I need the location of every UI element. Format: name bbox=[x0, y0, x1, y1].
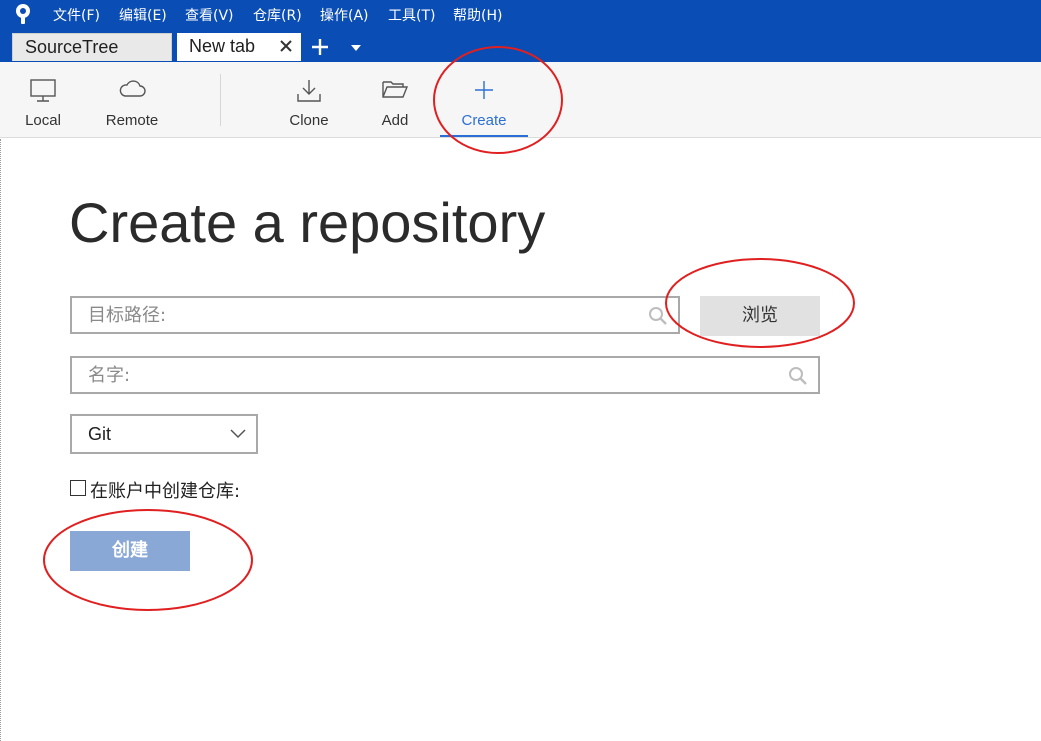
local-label: Local bbox=[25, 112, 61, 129]
monitor-icon bbox=[30, 79, 56, 102]
menu-help[interactable]: 帮助(H) bbox=[453, 5, 502, 25]
clone-button[interactable]: Clone bbox=[280, 62, 338, 138]
create-label: Create bbox=[461, 112, 507, 129]
create-repository-button[interactable]: 创建 bbox=[70, 531, 190, 571]
vcs-selected-value: Git bbox=[88, 424, 112, 444]
content-border bbox=[0, 139, 1, 741]
clone-label: Clone bbox=[289, 112, 329, 129]
tab-sourcetree[interactable]: SourceTree bbox=[12, 33, 172, 61]
chevron-down-icon bbox=[230, 429, 246, 439]
target-path-input[interactable] bbox=[72, 298, 678, 332]
create-in-account-checkbox[interactable] bbox=[70, 480, 86, 496]
menu-repository[interactable]: 仓库(R) bbox=[253, 5, 302, 25]
tab-label: New tab bbox=[189, 36, 256, 56]
vcs-type-select[interactable]: Git bbox=[70, 414, 258, 454]
create-button-tab[interactable]: Create bbox=[446, 62, 522, 138]
plus-icon bbox=[475, 81, 493, 99]
target-path-field[interactable] bbox=[70, 296, 680, 334]
name-input[interactable] bbox=[72, 358, 818, 392]
search-icon bbox=[789, 367, 807, 385]
page-title: Create a repository bbox=[69, 191, 546, 254]
active-tab-indicator bbox=[440, 135, 528, 137]
toolbar-divider bbox=[220, 74, 221, 126]
app-window: 文件(F) 编辑(E) 查看(V) 仓库(R) 操作(A) 工具(T) 帮助(H… bbox=[0, 0, 1041, 741]
search-icon bbox=[649, 307, 667, 325]
add-label: Add bbox=[381, 112, 409, 129]
folder-open-icon bbox=[382, 81, 409, 98]
cloud-icon bbox=[119, 80, 146, 97]
add-button[interactable]: Add bbox=[366, 62, 424, 138]
sourcetree-logo-icon bbox=[16, 4, 30, 24]
create-in-account-label: 在账户中创建仓库: bbox=[90, 481, 241, 502]
local-button[interactable]: Local bbox=[14, 62, 72, 138]
menu-bar: 文件(F) 编辑(E) 查看(V) 仓库(R) 操作(A) 工具(T) 帮助(H… bbox=[0, 0, 1041, 28]
remote-button[interactable]: Remote bbox=[98, 62, 166, 138]
menu-file[interactable]: 文件(F) bbox=[53, 5, 100, 25]
download-icon bbox=[297, 80, 321, 102]
browse-button[interactable]: 浏览 bbox=[700, 296, 820, 336]
tab-bar: SourceTree New tab bbox=[0, 28, 1041, 62]
remote-label: Remote bbox=[105, 112, 159, 129]
toolbar: Local Remote Clone Add Create bbox=[0, 62, 1041, 138]
menu-edit[interactable]: 编辑(E) bbox=[119, 5, 167, 25]
chevron-down-icon[interactable] bbox=[350, 44, 362, 52]
menu-tools[interactable]: 工具(T) bbox=[388, 5, 435, 25]
menu-view[interactable]: 查看(V) bbox=[185, 5, 234, 25]
tab-new-tab[interactable]: New tab bbox=[177, 33, 301, 61]
tab-label: SourceTree bbox=[25, 37, 119, 57]
menu-actions[interactable]: 操作(A) bbox=[320, 5, 369, 25]
close-icon[interactable] bbox=[279, 39, 293, 53]
name-field[interactable] bbox=[70, 356, 820, 394]
add-tab-icon[interactable] bbox=[310, 37, 330, 57]
